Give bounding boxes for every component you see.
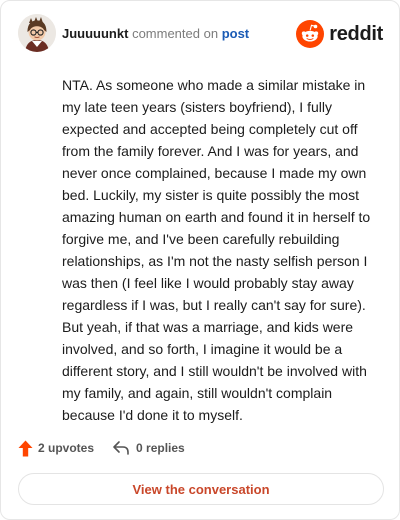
replies-button[interactable]: 0 replies (112, 440, 185, 456)
upvote-arrow-icon (18, 440, 33, 456)
view-conversation-button[interactable]: View the conversation (18, 473, 384, 505)
upvote-button[interactable]: 2 upvotes (18, 440, 94, 457)
avatar[interactable] (18, 14, 56, 52)
comment-body: NTA. As someone who made a similar mista… (62, 77, 371, 423)
avatar-icon (18, 14, 56, 52)
reddit-brand[interactable]: reddit (296, 19, 383, 49)
comment-card: Juuuuunkt commented on post reddit NTA. … (0, 0, 400, 520)
post-link[interactable]: post (222, 26, 249, 41)
reddit-logo-icon (296, 20, 325, 48)
username-link[interactable]: Juuuuunkt (62, 26, 128, 41)
reply-arrow-icon (113, 441, 129, 455)
reply-count: 0 replies (136, 441, 185, 455)
reddit-wordmark: reddit (329, 22, 383, 45)
commented-on-text: commented on (132, 26, 219, 41)
comment-header: Juuuuunkt commented on post reddit (18, 14, 383, 54)
upvote-count: 2 upvotes (38, 441, 95, 455)
comment-actions: 2 upvotes 0 replies (18, 438, 185, 458)
comment-attribution: Juuuuunkt commented on post (62, 26, 249, 42)
